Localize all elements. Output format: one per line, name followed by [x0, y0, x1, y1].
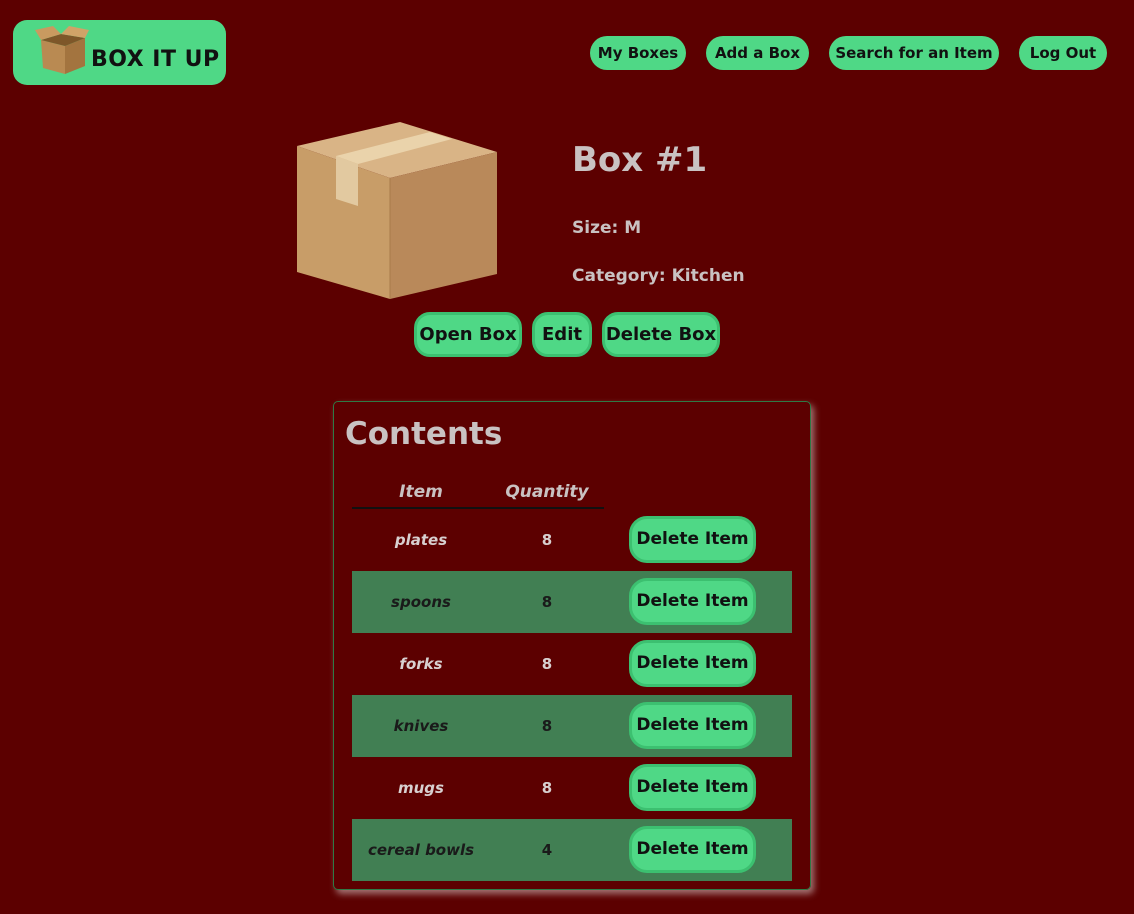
nav-my-boxes[interactable]: My Boxes: [590, 36, 686, 70]
item-name: knives: [393, 717, 449, 735]
edit-box-button[interactable]: Edit: [532, 312, 592, 357]
box-size: Size: M: [572, 218, 642, 238]
cardboard-box-image: [297, 122, 497, 299]
brand-name: BOX IT UP: [91, 47, 220, 72]
nav-search-item[interactable]: Search for an Item: [829, 36, 999, 70]
delete-item-button[interactable]: Delete Item: [629, 516, 756, 563]
item-quantity: 8: [541, 717, 553, 735]
logo-home-link[interactable]: BOX IT UP: [13, 20, 226, 85]
delete-item-button[interactable]: Delete Item: [629, 640, 756, 687]
box-title: Box #1: [572, 140, 708, 180]
column-header-item: Item: [399, 482, 443, 502]
table-row: plates 8 Delete Item: [352, 509, 792, 571]
contents-card: Contents Item Quantity plates 8 Delete I…: [333, 401, 811, 890]
item-quantity: 8: [541, 655, 553, 673]
box-category: Category: Kitchen: [572, 266, 745, 286]
delete-box-button[interactable]: Delete Box: [602, 312, 720, 357]
table-row: cereal bowls 4 Delete Item: [352, 819, 792, 881]
nav-log-out[interactable]: Log Out: [1019, 36, 1107, 70]
delete-item-button[interactable]: Delete Item: [629, 578, 756, 625]
table-row: spoons 8 Delete Item: [352, 571, 792, 633]
item-quantity: 8: [541, 531, 553, 549]
item-name: plates: [394, 531, 448, 549]
open-box-button[interactable]: Open Box: [414, 312, 522, 357]
table-row: knives 8 Delete Item: [352, 695, 792, 757]
table-row: mugs 8 Delete Item: [352, 757, 792, 819]
item-quantity: 4: [541, 841, 553, 859]
cardboard-box-icon: [35, 26, 89, 74]
delete-item-button[interactable]: Delete Item: [629, 764, 756, 811]
item-quantity: 8: [541, 779, 553, 797]
item-name: forks: [399, 655, 443, 673]
column-header-quantity: Quantity: [505, 482, 589, 502]
table-row: forks 8 Delete Item: [352, 633, 792, 695]
item-name: mugs: [398, 779, 444, 797]
item-name: cereal bowls: [367, 841, 475, 859]
nav-add-box[interactable]: Add a Box: [706, 36, 809, 70]
delete-item-button[interactable]: Delete Item: [629, 702, 756, 749]
contents-title: Contents: [345, 416, 503, 452]
item-name: spoons: [391, 593, 451, 611]
delete-item-button[interactable]: Delete Item: [629, 826, 756, 873]
item-quantity: 8: [541, 593, 553, 611]
